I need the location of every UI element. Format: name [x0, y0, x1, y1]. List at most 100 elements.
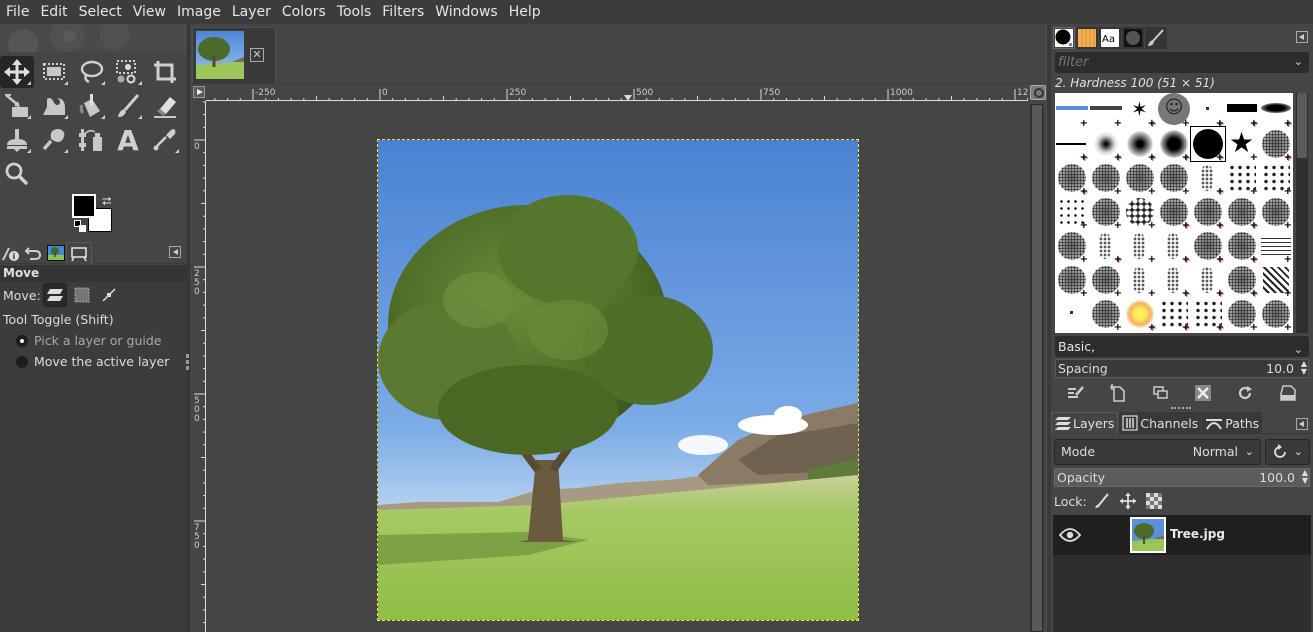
brush-preset-cell[interactable]: + — [1225, 93, 1259, 129]
brush-preset-cell[interactable]: + — [1157, 195, 1191, 231]
brush-preset-cell[interactable]: + — [1123, 161, 1157, 197]
rect-select-tool[interactable] — [37, 56, 71, 88]
brush-preset-cell[interactable]: + — [1055, 127, 1089, 163]
brush-preset-cell[interactable]: + — [1123, 263, 1157, 299]
menu-file[interactable]: File — [2, 0, 33, 24]
swap-colors-icon[interactable]: ⮂ — [102, 194, 112, 209]
brush-preset-cell[interactable]: + — [1089, 195, 1123, 231]
brush-scrollbar[interactable] — [1296, 93, 1308, 333]
brush-preset-cell[interactable]: ✶ + — [1123, 93, 1157, 129]
tab-fonts[interactable]: Aa — [1099, 27, 1121, 49]
tab-device-status[interactable]: i — [0, 242, 22, 264]
brush-scrollbar-thumb[interactable] — [1297, 93, 1307, 158]
brush-filter-input[interactable] — [1055, 52, 1275, 73]
menu-filters[interactable]: Filters — [378, 0, 428, 24]
move-mode-selection-button[interactable] — [70, 283, 94, 307]
open-brush-as-image-button[interactable] — [1278, 383, 1298, 403]
brush-preset-cell[interactable]: + — [1157, 127, 1191, 163]
spin-arrows-icon[interactable]: ▲ ▼ — [1301, 360, 1307, 376]
bucket-fill-tool[interactable] — [74, 90, 108, 122]
wilber-drop-area[interactable] — [0, 24, 187, 52]
composite-mode-select[interactable]: ⌄ — [1265, 439, 1310, 465]
brush-preset-cell[interactable] — [1055, 297, 1089, 331]
brush-preset-cell[interactable]: + — [1055, 195, 1089, 231]
brush-preset-cell[interactable]: + — [1191, 263, 1225, 299]
brush-preset-cell[interactable]: + — [1259, 297, 1293, 333]
paintbrush-tool[interactable] — [111, 90, 145, 122]
brush-preset-cell[interactable]: ☺ + — [1157, 93, 1191, 129]
eye-icon[interactable] — [1058, 526, 1082, 544]
move-mode-layer-button[interactable] — [42, 283, 67, 307]
menu-help[interactable]: Help — [505, 0, 545, 24]
menu-image[interactable]: Image — [173, 0, 225, 24]
crop-tool[interactable] — [148, 56, 182, 88]
lock-alpha-button[interactable] — [1143, 491, 1165, 511]
spacing-spinner[interactable]: Spacing 10.0 ▲ ▼ — [1055, 359, 1309, 378]
layer-mode-select[interactable]: Mode Normal ⌄ — [1054, 439, 1261, 465]
brush-filter[interactable]: ⌄ — [1055, 52, 1309, 73]
brush-preset-cell[interactable]: + — [1089, 127, 1123, 163]
fuzzy-select-tool[interactable] — [111, 56, 145, 88]
brush-preset-cell[interactable]: + — [1055, 93, 1089, 129]
edit-brush-button[interactable] — [1066, 383, 1086, 403]
brush-preset-cell[interactable]: + — [1089, 263, 1123, 299]
quick-mask-toggle[interactable] — [192, 85, 206, 101]
tab-paint-dynamics[interactable] — [1145, 27, 1167, 49]
tab-images[interactable] — [45, 242, 67, 264]
vertical-ruler[interactable]: 0250500750 — [192, 101, 206, 632]
clone-tool[interactable] — [0, 124, 34, 156]
brush-preset-cell[interactable]: + — [1259, 229, 1293, 265]
smudge-tool[interactable] — [37, 124, 71, 156]
brush-preset-cell[interactable]: + — [1259, 195, 1293, 231]
brush-preset-cell[interactable]: + — [1259, 263, 1293, 299]
brush-preset-cell[interactable]: + — [1123, 229, 1157, 265]
brush-preset-cell[interactable]: + — [1123, 127, 1157, 163]
brush-preset-cell[interactable]: ★ + — [1225, 127, 1259, 164]
tab-paths[interactable]: Paths — [1202, 412, 1263, 434]
brush-preset-cell[interactable]: + — [1225, 161, 1259, 197]
chevron-down-icon[interactable]: ⌄ — [1294, 55, 1303, 68]
move-tool[interactable] — [0, 56, 34, 88]
eraser-tool[interactable] — [148, 90, 182, 122]
left-dock-menu-button[interactable] — [169, 246, 181, 258]
delete-brush-button[interactable] — [1193, 383, 1213, 403]
brush-preset-cell[interactable]: + — [1123, 297, 1157, 333]
brush-preset-cell[interactable]: + — [1055, 161, 1089, 197]
brush-preset-cell[interactable]: + — [1055, 229, 1089, 265]
brush-preset-cell[interactable]: + — [1225, 263, 1259, 299]
layer-name[interactable]: Tree.jpg — [1170, 527, 1225, 541]
close-image-tab-button[interactable]: ✕ — [250, 48, 264, 62]
brush-preset-cell[interactable]: + — [1157, 229, 1191, 265]
brush-dock-menu-button[interactable] — [1296, 31, 1308, 43]
move-mode-path-button[interactable] — [97, 283, 121, 307]
brush-preset-cell[interactable]: + — [1259, 161, 1293, 197]
canvas-area[interactable] — [206, 101, 1028, 632]
tab-brushes[interactable] — [1053, 27, 1075, 49]
zoom-image-on-resize-button[interactable] — [1030, 85, 1046, 100]
image-tab-tree[interactable]: ✕ — [192, 27, 276, 83]
brush-preset-cell[interactable]: + — [1259, 127, 1293, 163]
pane-resize-grip[interactable] — [186, 354, 189, 370]
brush-tag-select[interactable]: Basic, ⌄ — [1055, 336, 1309, 357]
text-tool[interactable]: A — [111, 124, 145, 157]
horizontal-ruler[interactable]: -250 0 250 500 750 1000 1250 — [206, 85, 1028, 101]
menu-select[interactable]: Select — [75, 0, 126, 24]
brush-preset-cell[interactable]: + — [1123, 195, 1157, 231]
radio-button[interactable] — [16, 334, 28, 347]
lock-pixels-button[interactable] — [1091, 491, 1113, 511]
brush-preset-cell[interactable]: + — [1191, 229, 1225, 265]
menu-tools[interactable]: Tools — [333, 0, 376, 24]
radio-button[interactable] — [16, 355, 28, 368]
brush-preset-cell[interactable]: + — [1191, 161, 1225, 197]
paths-tool[interactable] — [74, 124, 108, 156]
layers-dock-menu-button[interactable] — [1296, 418, 1308, 430]
brush-preset-cell[interactable]: + — [1157, 161, 1191, 197]
brush-preset-cell[interactable]: + — [1225, 229, 1259, 265]
spin-arrows-icon[interactable]: ▲ ▼ — [1302, 469, 1308, 485]
brush-preset-cell[interactable]: + — [1089, 161, 1123, 197]
tab-tool-options[interactable] — [66, 242, 92, 264]
radio-move-active-layer[interactable]: Move the active layer — [0, 351, 187, 372]
vertical-scrollbar-thumb[interactable] — [1031, 104, 1043, 632]
layer-row[interactable]: Tree.jpg — [1053, 515, 1311, 555]
image-canvas[interactable] — [377, 139, 859, 621]
